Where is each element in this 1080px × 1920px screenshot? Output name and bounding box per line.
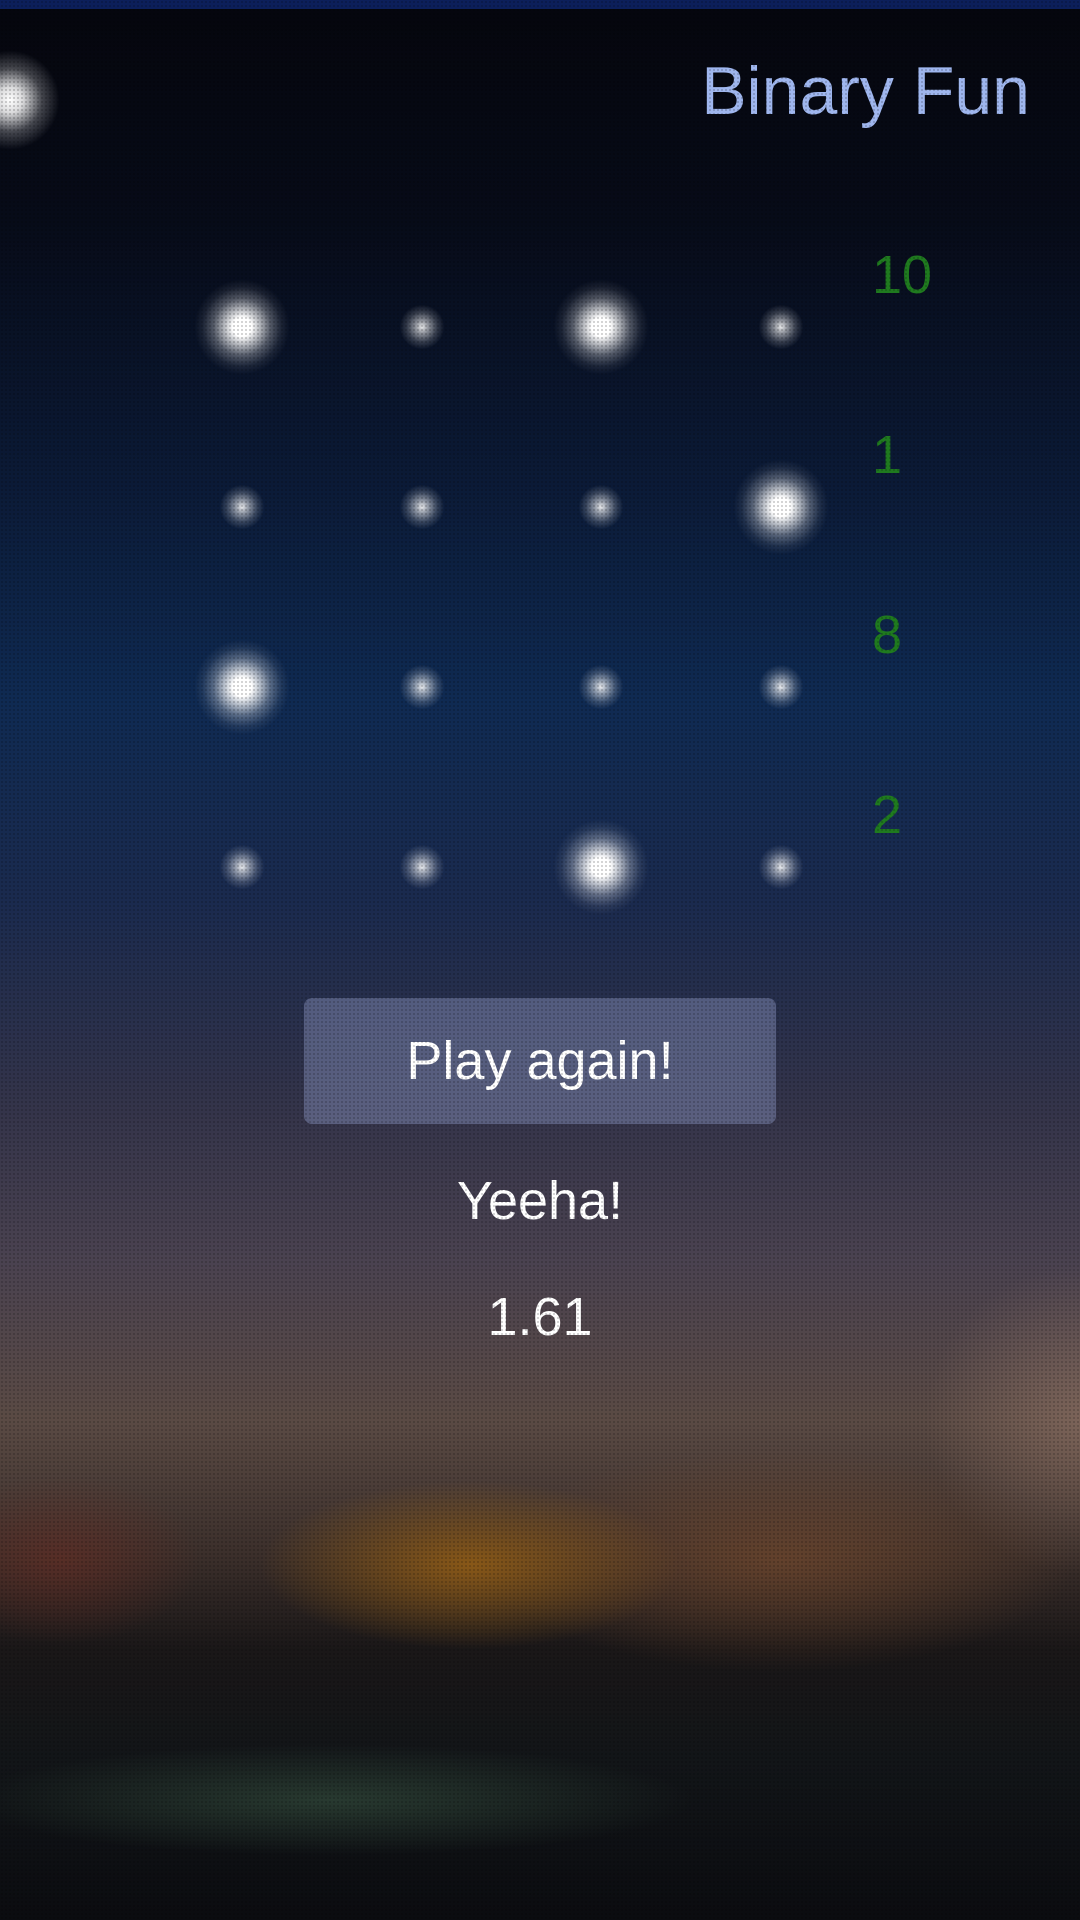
unlit-led-icon[interactable] — [759, 665, 803, 709]
row-target-value: 8 — [872, 605, 903, 665]
row-target-value: 1 — [872, 425, 903, 485]
play-again-button[interactable]: Play again! — [304, 998, 776, 1124]
unlit-led-icon[interactable] — [400, 845, 444, 889]
unlit-led-icon[interactable] — [400, 485, 444, 529]
unlit-led-icon[interactable] — [400, 305, 444, 349]
unlit-led-icon[interactable] — [759, 845, 803, 889]
ambient-light-glow — [0, 50, 60, 150]
result-message: Yeeha! — [456, 1171, 624, 1231]
row-target-value: 10 — [872, 245, 933, 305]
unlit-led-icon[interactable] — [220, 845, 264, 889]
game-screen: Binary Fun 10 1 8 2 Play again! Yeeha! 1.61 — [0, 0, 1080, 1920]
unlit-led-icon[interactable] — [220, 485, 264, 529]
status-bar — [0, 0, 1080, 9]
row-target-value: 2 — [872, 785, 903, 845]
unlit-led-icon[interactable] — [579, 485, 623, 529]
lit-led-icon[interactable] — [194, 279, 290, 375]
unlit-led-icon[interactable] — [400, 665, 444, 709]
unlit-led-icon[interactable] — [579, 665, 623, 709]
lit-led-icon[interactable] — [553, 279, 649, 375]
page-title: Binary Fun — [701, 53, 1030, 129]
lit-led-icon[interactable] — [194, 639, 290, 735]
lit-led-icon[interactable] — [733, 459, 829, 555]
unlit-led-icon[interactable] — [759, 305, 803, 349]
lit-led-icon[interactable] — [553, 819, 649, 915]
score-value: 1.61 — [487, 1287, 593, 1347]
